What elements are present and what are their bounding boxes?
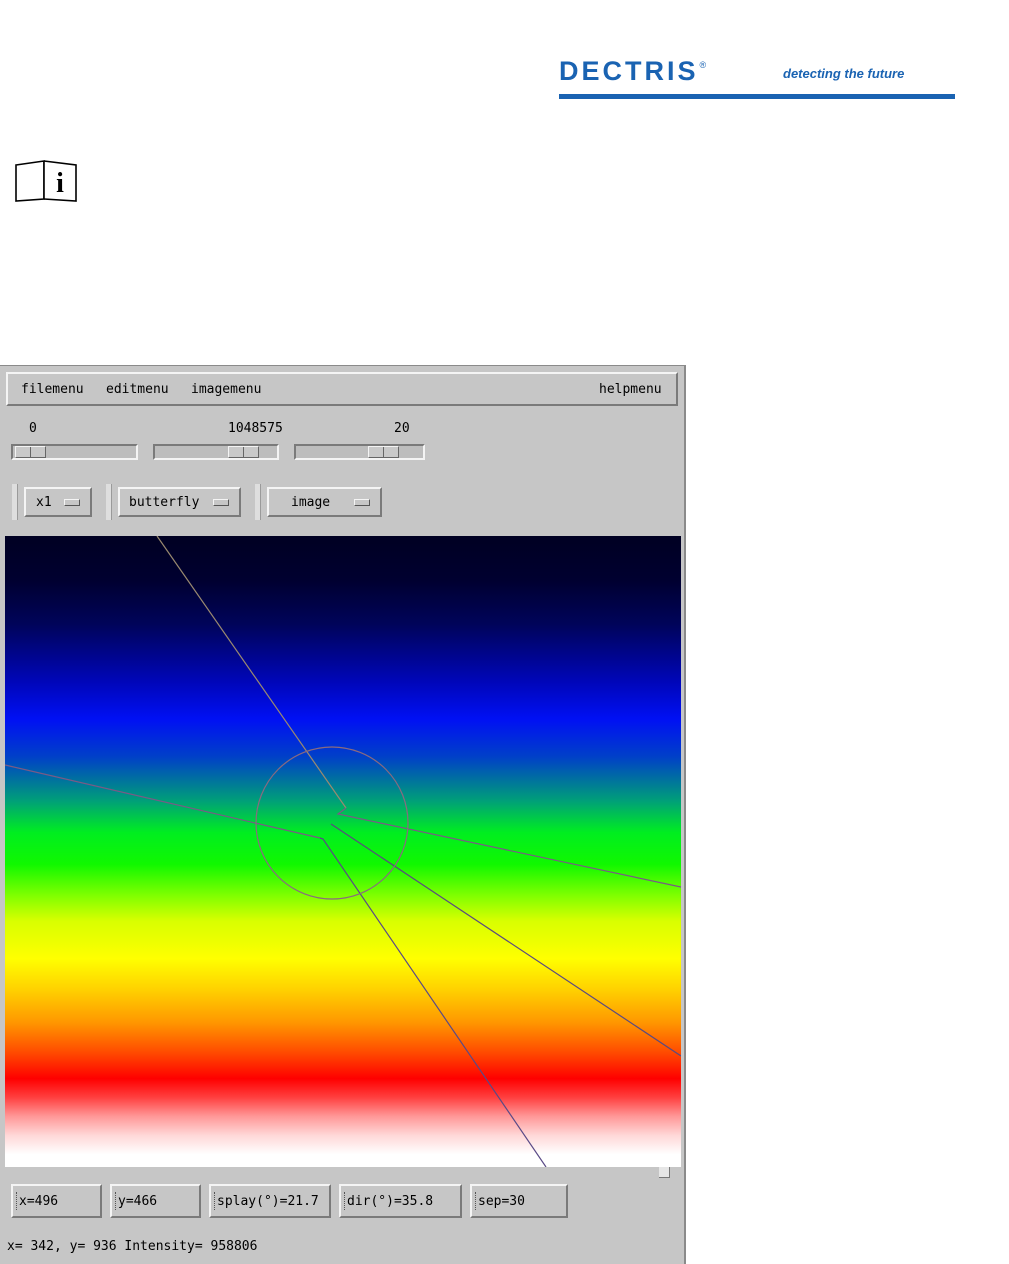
dectris-logo: DECTRIS ® bbox=[559, 56, 707, 86]
y-field[interactable]: y=466 bbox=[110, 1184, 201, 1218]
menu-file[interactable]: filemenu bbox=[21, 382, 84, 398]
overlay-line bbox=[330, 823, 681, 1057]
option-separator bbox=[255, 484, 261, 520]
mode-option-menu[interactable]: butterfly bbox=[118, 487, 241, 517]
image-canvas[interactable] bbox=[5, 536, 681, 1167]
header-rule bbox=[559, 94, 955, 99]
x-field[interactable]: x=496 bbox=[11, 1184, 102, 1218]
info-glyph: i bbox=[56, 168, 64, 199]
viewer-window: filemenu editmenu imagemenu helpmenu 0 1… bbox=[0, 365, 686, 1264]
min-slider[interactable] bbox=[11, 444, 138, 460]
third-slider-value: 20 bbox=[394, 421, 410, 436]
book-info-icon: i bbox=[14, 159, 80, 207]
logo-tagline: detecting the future bbox=[783, 66, 905, 81]
resize-corner[interactable] bbox=[659, 1167, 670, 1178]
menu-bar: filemenu editmenu imagemenu helpmenu bbox=[6, 372, 678, 406]
splay-field-value: splay(°)=21.7 bbox=[217, 1194, 319, 1209]
display-option-menu[interactable]: image bbox=[267, 487, 382, 517]
butterfly-overlay bbox=[5, 536, 681, 1167]
max-slider-thumb[interactable] bbox=[228, 446, 259, 458]
mode-option-label: butterfly bbox=[129, 495, 200, 510]
sep-field-value: sep=30 bbox=[478, 1194, 525, 1209]
y-field-value: y=466 bbox=[118, 1194, 158, 1209]
overlay-line bbox=[319, 837, 547, 1167]
dir-field-value: dir(°)=35.8 bbox=[347, 1194, 434, 1209]
overlay-line bbox=[336, 807, 681, 888]
third-slider-thumb[interactable] bbox=[368, 446, 399, 458]
menu-image[interactable]: imagemenu bbox=[191, 382, 261, 398]
zoom-option-label: x1 bbox=[36, 495, 52, 510]
dir-field[interactable]: dir(°)=35.8 bbox=[339, 1184, 462, 1218]
dropdown-indicator-icon bbox=[213, 499, 229, 506]
max-slider[interactable] bbox=[153, 444, 279, 460]
option-separator bbox=[12, 484, 18, 520]
third-slider[interactable] bbox=[294, 444, 425, 460]
dropdown-indicator-icon bbox=[354, 499, 370, 506]
overlay-line bbox=[156, 536, 347, 809]
registered-mark: ® bbox=[699, 60, 707, 70]
overlay-circle bbox=[255, 746, 409, 900]
splay-field[interactable]: splay(°)=21.7 bbox=[209, 1184, 331, 1218]
menu-help[interactable]: helpmenu bbox=[599, 382, 662, 398]
status-line: x= 342, y= 936 Intensity= 958806 bbox=[7, 1239, 258, 1254]
min-slider-value: 0 bbox=[29, 421, 37, 436]
max-slider-value: 1048575 bbox=[228, 421, 283, 436]
zoom-option-menu[interactable]: x1 bbox=[24, 487, 92, 517]
min-slider-thumb[interactable] bbox=[15, 446, 46, 458]
menu-edit[interactable]: editmenu bbox=[106, 382, 169, 398]
x-field-value: x=496 bbox=[19, 1194, 59, 1209]
sep-field[interactable]: sep=30 bbox=[470, 1184, 568, 1218]
display-option-label: image bbox=[291, 495, 331, 510]
dropdown-indicator-icon bbox=[64, 499, 80, 506]
option-separator bbox=[106, 484, 112, 520]
logo-wordmark: DECTRIS bbox=[559, 56, 699, 86]
